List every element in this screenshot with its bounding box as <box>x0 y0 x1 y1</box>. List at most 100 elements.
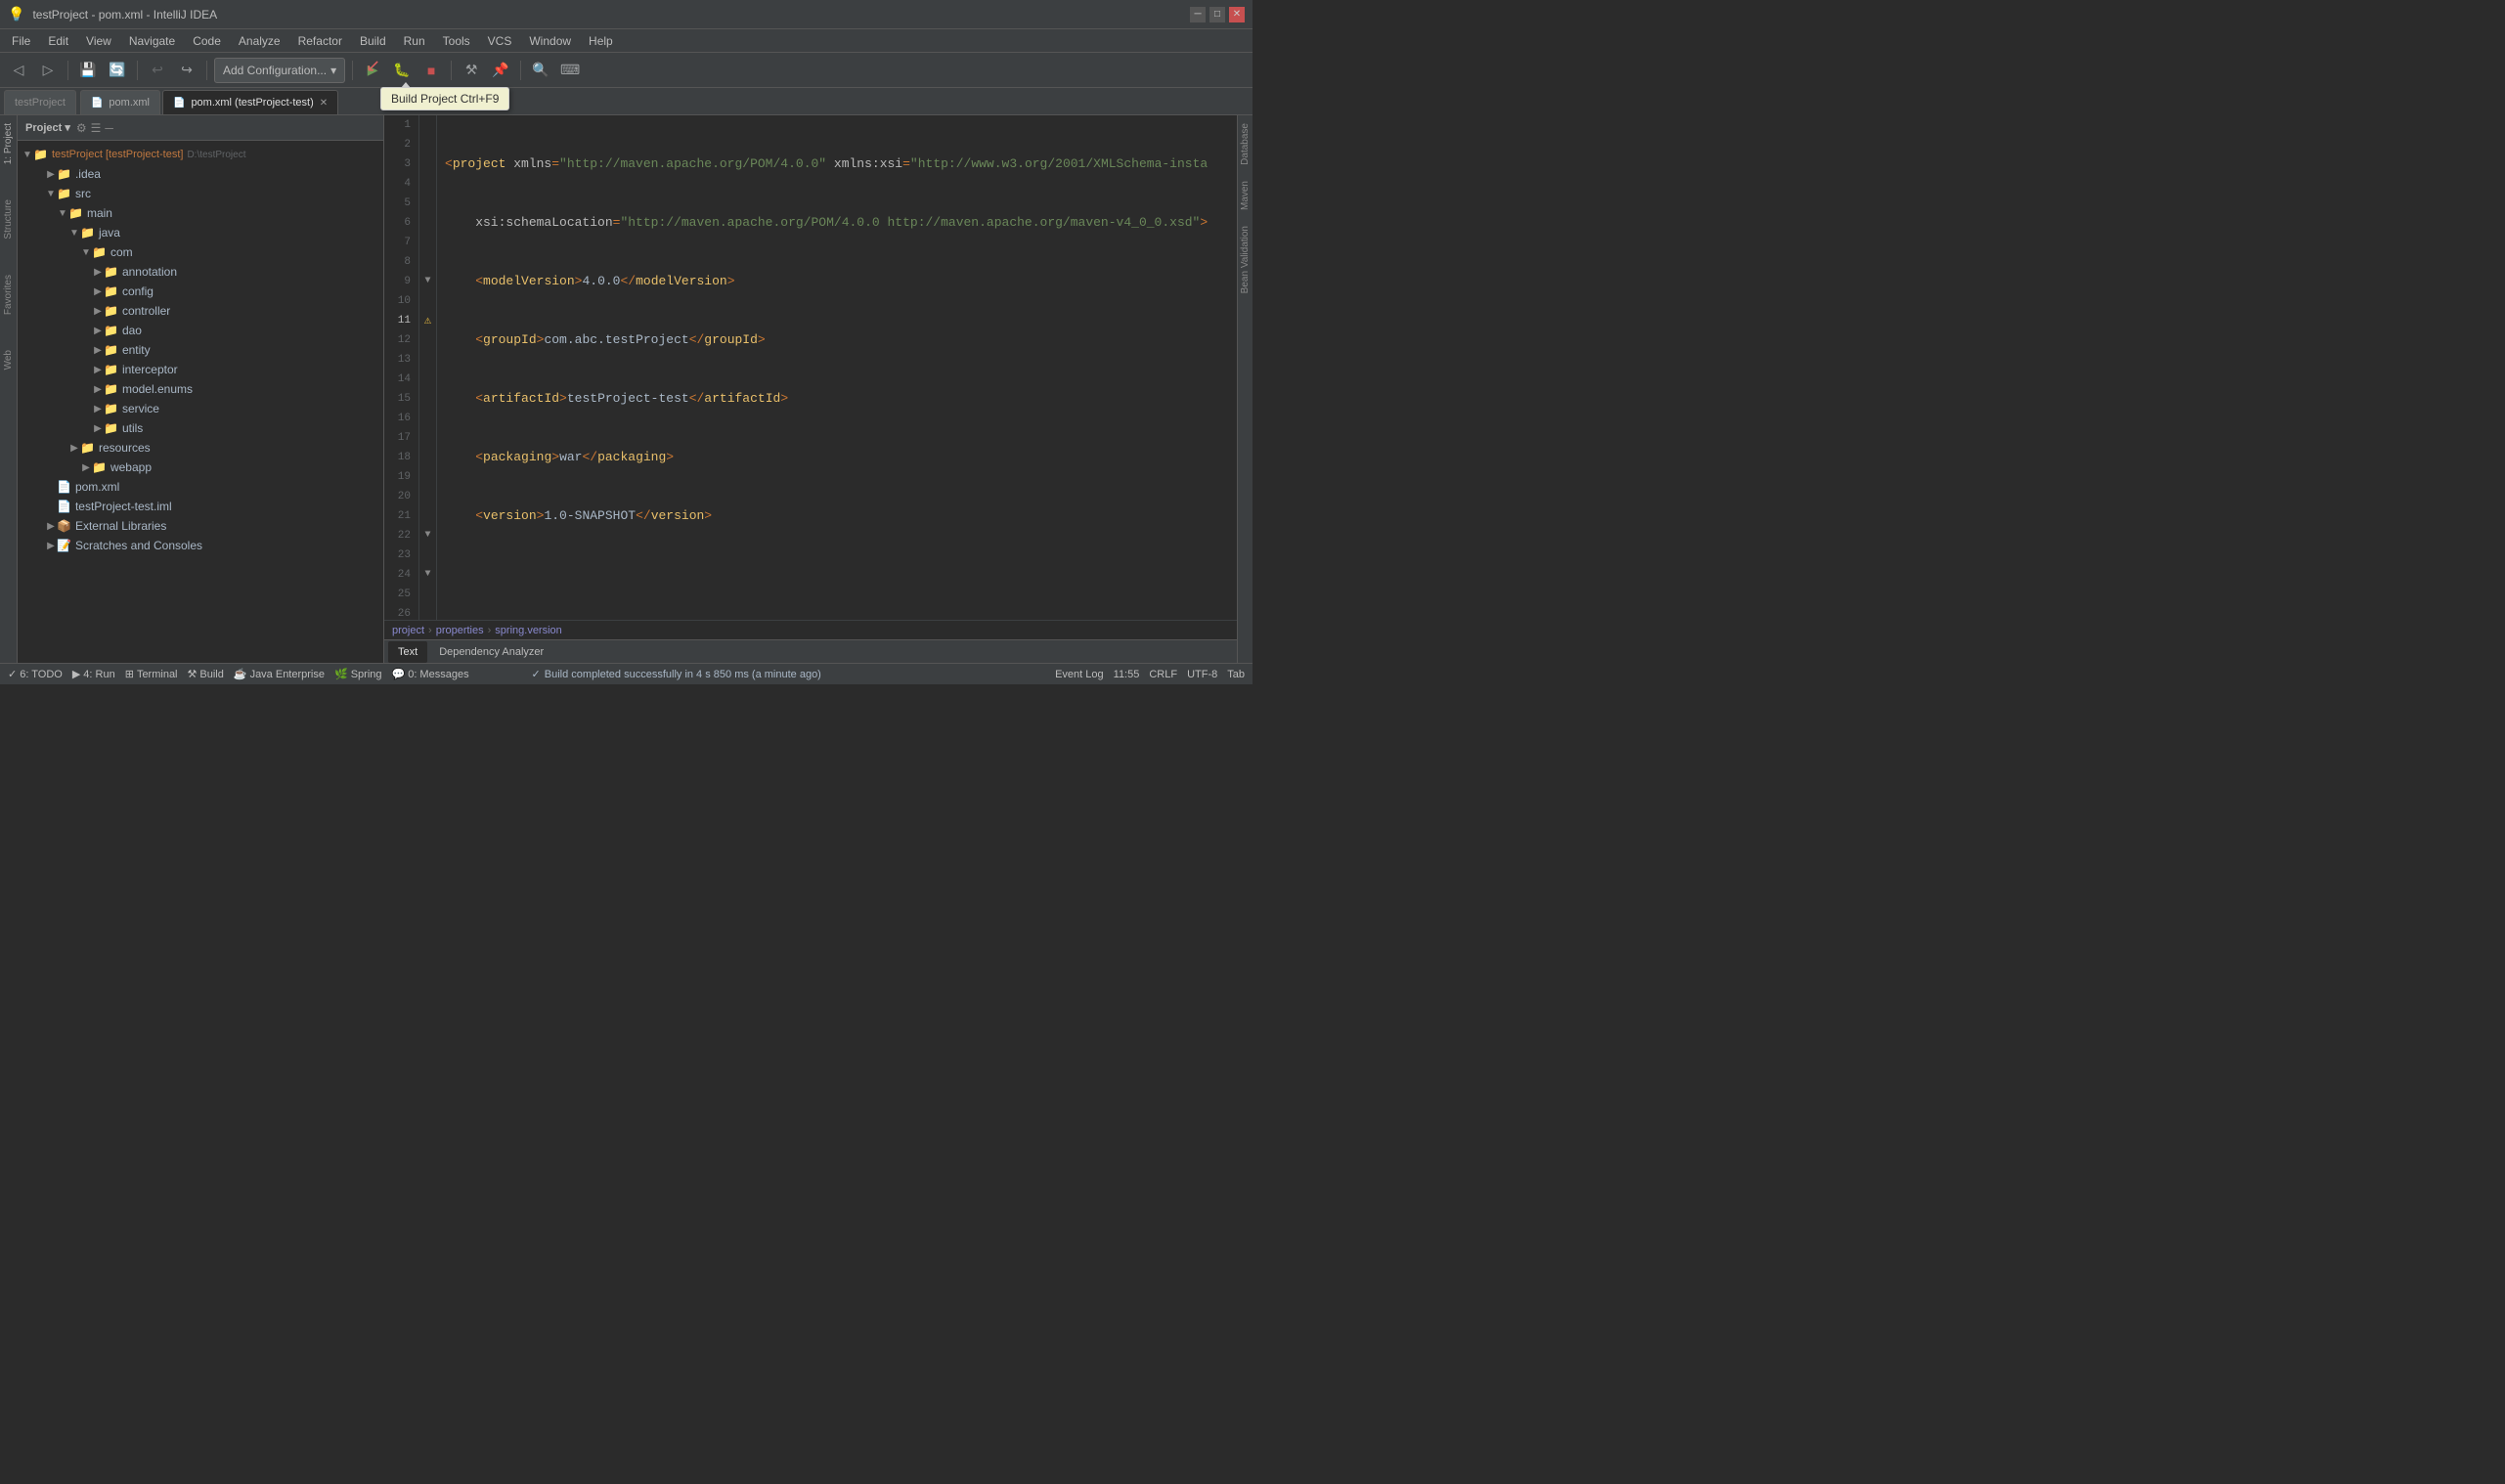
tree-webapp-label: webapp <box>110 460 152 474</box>
tree-item-idea[interactable]: ▶ 📁 .idea <box>18 164 383 184</box>
tree-controller-label: controller <box>122 304 170 318</box>
tree-item-java[interactable]: ▼ 📁 java <box>18 223 383 242</box>
build-status[interactable]: ⚒ Build <box>188 668 224 680</box>
tree-item-main[interactable]: ▼ 📁 main <box>18 203 383 223</box>
structure-label[interactable]: Structure <box>3 199 14 240</box>
menu-vcs[interactable]: VCS <box>480 32 520 50</box>
menu-window[interactable]: Window <box>521 32 579 50</box>
webapp-folder-icon: 📁 <box>92 460 107 474</box>
status-left: ✓ 6: TODO ▶ 4: Run ⊞ Terminal ⚒ Build ☕ … <box>8 668 520 680</box>
tree-item-entity[interactable]: ▶ 📁 entity <box>18 340 383 360</box>
tree-item-utils[interactable]: ▶ 📁 utils <box>18 418 383 438</box>
tree-com-label: com <box>110 245 133 259</box>
close-button[interactable]: ✕ <box>1229 7 1245 22</box>
web-label[interactable]: Web <box>3 350 14 370</box>
build-project-button[interactable]: ⚒ <box>459 58 484 83</box>
tree-item-iml[interactable]: ▶ 📄 testProject-test.iml <box>18 497 383 516</box>
event-log-status[interactable]: Event Log <box>1055 669 1104 680</box>
add-configuration-dropdown[interactable]: Add Configuration... ▾ <box>214 58 345 83</box>
debug-button[interactable]: 🐛 <box>389 58 415 83</box>
tree-item-pom[interactable]: ▶ 📄 pom.xml <box>18 477 383 497</box>
tree-item-scratches[interactable]: ▶ 📝 Scratches and Consoles <box>18 536 383 555</box>
menu-analyze[interactable]: Analyze <box>231 32 288 50</box>
line-num-13: 13 <box>392 350 411 370</box>
tree-item-controller[interactable]: ▶ 📁 controller <box>18 301 383 321</box>
menu-view[interactable]: View <box>78 32 119 50</box>
messages-status[interactable]: 💬 0: Messages <box>392 668 469 680</box>
pom-editor-tab[interactable]: 📄 pom.xml (testProject-test) ✕ <box>162 90 338 114</box>
sync-button[interactable]: 🔄 <box>105 58 130 83</box>
bean-validation-label[interactable]: Bean Validation <box>1238 218 1252 301</box>
line-num-15: 15 <box>392 389 411 409</box>
project-tab[interactable]: testProject <box>4 90 76 114</box>
project-panel-label[interactable]: 1: Project <box>3 123 14 164</box>
breadcrumb-project[interactable]: project <box>392 625 424 636</box>
stop-button[interactable]: ■ <box>418 58 444 83</box>
code-view[interactable]: 1 2 3 4 5 6 7 8 9 10 11 12 13 14 15 16 1… <box>384 115 1237 620</box>
maximize-button[interactable]: □ <box>1209 7 1225 22</box>
indent-status[interactable]: Tab <box>1227 669 1245 680</box>
translate-button[interactable]: ⌨ <box>557 58 583 83</box>
tab-close-button[interactable]: ✕ <box>320 98 328 109</box>
window-controls[interactable]: ─ □ ✕ <box>1190 7 1245 22</box>
maven-label[interactable]: Maven <box>1238 173 1252 218</box>
main-layout: 1: Project Structure Favorites Web Proje… <box>0 115 1252 663</box>
encoding-status[interactable]: UTF-8 <box>1187 669 1217 680</box>
pom-breadcrumb-tab[interactable]: 📄 pom.xml <box>80 90 160 114</box>
menu-refactor[interactable]: Refactor <box>290 32 350 50</box>
todo-status[interactable]: ✓ 6: TODO <box>8 668 63 680</box>
gutter-5 <box>421 194 434 213</box>
tree-root[interactable]: ▼ 📁 testProject [testProject-test] D:\te… <box>18 145 383 164</box>
tab-text[interactable]: Text <box>388 641 427 663</box>
line-num-9: 9 <box>392 272 411 291</box>
save-button[interactable]: 💾 <box>75 58 101 83</box>
project-panel-header: Project ▾ ⚙ ☰ ─ <box>18 115 383 141</box>
separator-2 <box>137 61 138 80</box>
redo-button[interactable]: ↪ <box>174 58 199 83</box>
breadcrumb-spring-version[interactable]: spring.version <box>495 625 561 636</box>
tree-item-model-enums[interactable]: ▶ 📁 model.enums <box>18 379 383 399</box>
tree-item-service[interactable]: ▶ 📁 service <box>18 399 383 418</box>
run-button[interactable]: ▶ <box>360 58 385 83</box>
tree-item-external[interactable]: ▶ 📦 External Libraries <box>18 516 383 536</box>
database-label[interactable]: Database <box>1238 115 1252 173</box>
tree-item-com[interactable]: ▼ 📁 com <box>18 242 383 262</box>
menu-run[interactable]: Run <box>396 32 433 50</box>
line-ending-status[interactable]: CRLF <box>1149 669 1177 680</box>
layout-icon[interactable]: ☰ <box>91 121 102 135</box>
minimize-button[interactable]: ─ <box>1190 7 1206 22</box>
code-line-3: <modelVersion>4.0.0</modelVersion> <box>445 272 1229 291</box>
gear-icon[interactable]: ⚙ <box>76 121 87 135</box>
search-button[interactable]: 🔍 <box>528 58 553 83</box>
menu-file[interactable]: File <box>4 32 38 50</box>
menu-build[interactable]: Build <box>352 32 394 50</box>
tree-item-webapp[interactable]: ▶ 📁 webapp <box>18 458 383 477</box>
menu-code[interactable]: Code <box>185 32 229 50</box>
spring-status[interactable]: 🌿 Spring <box>334 668 382 680</box>
tab-dependency-analyzer[interactable]: Dependency Analyzer <box>429 641 553 663</box>
tree-item-interceptor[interactable]: ▶ 📁 interceptor <box>18 360 383 379</box>
terminal-status[interactable]: ⊞ Terminal <box>125 668 178 680</box>
java-enterprise-status[interactable]: ☕ Java Enterprise <box>234 668 325 680</box>
menu-help[interactable]: Help <box>581 32 621 50</box>
tree-item-annotation[interactable]: ▶ 📁 annotation <box>18 262 383 282</box>
breadcrumb-properties[interactable]: properties <box>436 625 484 636</box>
favorites-label[interactable]: Favorites <box>3 275 14 315</box>
back-button[interactable]: ◁ <box>6 58 31 83</box>
com-folder-icon: 📁 <box>92 245 107 259</box>
undo-button[interactable]: ↩ <box>145 58 170 83</box>
attach-button[interactable]: 📌 <box>488 58 513 83</box>
line-num-10: 10 <box>392 291 411 311</box>
minimize-panel-icon[interactable]: ─ <box>105 121 113 135</box>
line-col-status[interactable]: 11:55 <box>1114 669 1140 680</box>
menu-edit[interactable]: Edit <box>40 32 76 50</box>
tree-item-src[interactable]: ▼ 📁 src <box>18 184 383 203</box>
tree-item-resources[interactable]: ▶ 📁 resources <box>18 438 383 458</box>
tree-item-config[interactable]: ▶ 📁 config <box>18 282 383 301</box>
tree-item-dao[interactable]: ▶ 📁 dao <box>18 321 383 340</box>
run-status[interactable]: ▶ 4: Run <box>72 668 115 680</box>
menu-navigate[interactable]: Navigate <box>121 32 183 50</box>
menu-tools[interactable]: Tools <box>435 32 478 50</box>
code-content[interactable]: <project xmlns="http://maven.apache.org/… <box>437 115 1237 620</box>
forward-button[interactable]: ▷ <box>35 58 61 83</box>
